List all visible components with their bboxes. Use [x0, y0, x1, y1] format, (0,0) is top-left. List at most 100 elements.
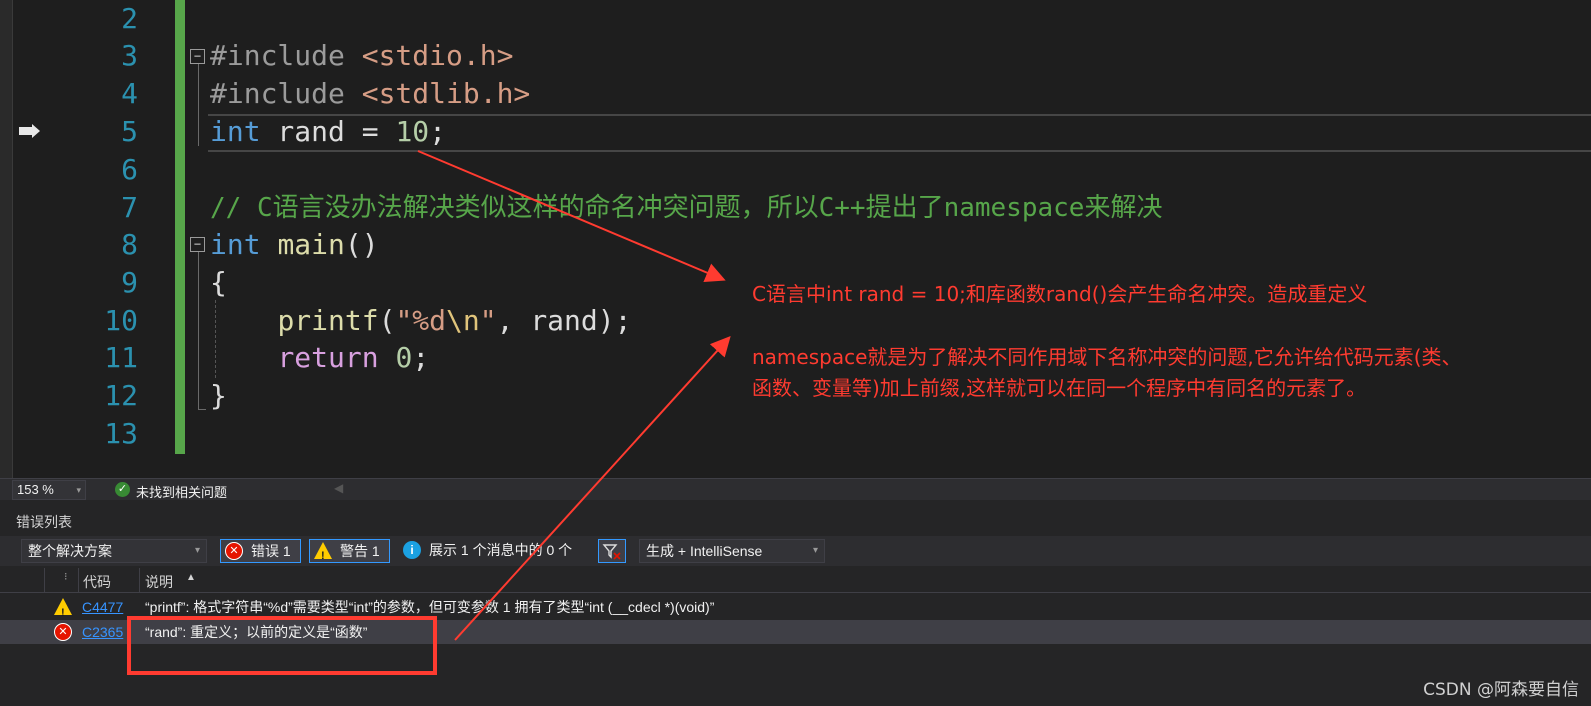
zoom-dropdown[interactable]: 153 % ▾ — [12, 480, 86, 500]
warning-icon — [314, 542, 332, 567]
collapse-toggle-icon[interactable]: − — [190, 49, 205, 64]
table-row-selected[interactable]: ✕ C2365 “rand”: 重定义；以前的定义是“函数” — [0, 620, 1591, 644]
code-text: () — [344, 228, 379, 261]
code-line-7[interactable]: // C语言没办法解决类似这样的命名冲突问题，所以C++提出了namespace… — [210, 189, 1162, 227]
code-line-4[interactable]: #include <stdlib.h> — [210, 75, 530, 113]
number-literal: 10 — [395, 115, 430, 148]
column-options-icon[interactable]: ⁝ — [64, 570, 68, 583]
error-list-panel: 错误列表 整个解决方案 ▾ ✕ 错误 1 警告 1 i 展示 1 个消息中的 0… — [0, 500, 1591, 706]
code-line-10[interactable]: printf("%d\n", rand); — [210, 302, 631, 340]
code-editor[interactable]: 2 3 4 5 6 7 8 9 10 11 12 13 − − #include… — [0, 0, 1591, 478]
code-line-8[interactable]: int main() — [210, 226, 379, 264]
escape-sequence: \n — [446, 304, 480, 337]
code-text: { — [210, 266, 227, 299]
column-divider — [139, 568, 140, 592]
line-number: 11 — [104, 341, 138, 374]
error-description: “printf”: 格式字符串“%d”需要类型“int”的参数，但可变参数 1 … — [145, 599, 715, 615]
column-divider — [78, 568, 79, 592]
string-literal: " — [479, 304, 497, 337]
keyword: int — [210, 115, 261, 148]
chevron-down-icon: ▾ — [194, 545, 200, 556]
region-guide-end — [198, 409, 206, 410]
errors-count-label: 错误 1 — [251, 543, 291, 559]
line-number: 4 — [121, 77, 138, 110]
string-literal: "%d — [395, 304, 447, 337]
table-row[interactable]: C4477 “printf”: 格式字符串“%d”需要类型“int”的参数，但可… — [0, 595, 1591, 625]
code-line-9[interactable]: { — [210, 264, 227, 302]
chevron-down-icon: ▾ — [76, 485, 81, 495]
issues-status[interactable]: 未找到相关问题 — [136, 482, 227, 501]
line-number: 9 — [121, 266, 138, 299]
editor-left-margin — [0, 0, 13, 478]
line-number: 6 — [121, 153, 138, 186]
chevron-down-icon: ▾ — [812, 545, 818, 556]
line-number: 12 — [104, 379, 138, 412]
region-guide — [198, 64, 199, 146]
panel-title: 错误列表 — [16, 514, 72, 530]
comment: // C语言没办法解决类似这样的命名冲突问题，所以C++提出了namespace… — [210, 193, 1163, 223]
sort-ascending-icon: ▲ — [186, 572, 196, 583]
error-code-link[interactable]: C4477 — [82, 595, 123, 619]
horizontal-scrollbar[interactable] — [345, 485, 1575, 494]
scroll-left-icon[interactable]: ◀ — [334, 481, 343, 495]
warning-icon — [54, 598, 72, 625]
function-name: printf — [277, 304, 379, 337]
code-text: , rand); — [496, 304, 632, 337]
code-line-11[interactable]: return 0; — [210, 339, 429, 377]
code-text: } — [210, 379, 227, 412]
error-description: “rand”: 重定义；以前的定义是“函数” — [145, 624, 368, 640]
line-number: 7 — [121, 191, 138, 224]
filter-icon — [602, 544, 621, 560]
errors-filter-button[interactable]: ✕ 错误 1 — [220, 539, 301, 563]
build-filter-dropdown[interactable]: 生成 + IntelliSense ▾ — [639, 539, 825, 563]
line-number: 2 — [121, 2, 138, 35]
error-list-toolbar: 整个解决方案 ▾ ✕ 错误 1 警告 1 i 展示 1 个消息中的 0 个 生成… — [0, 536, 1591, 567]
error-code-link[interactable]: C2365 — [82, 620, 123, 644]
info-icon: i — [403, 541, 421, 559]
code-text: ; — [429, 115, 447, 148]
change-tracking-bar — [175, 0, 185, 454]
annotation-text: 函数、变量等)加上前缀,这样就可以在同一个程序中有同名的元素了。 — [752, 376, 1367, 400]
number-literal: 0 — [395, 341, 413, 374]
column-divider — [44, 568, 45, 592]
keyword: int — [210, 228, 261, 261]
error-list-header: ⁝ 代码 说明 ▲ — [0, 568, 1591, 593]
code-text: ; — [412, 341, 430, 374]
annotation-text: namespace就是为了解决不同作用域下名称冲突的问题,它允许给代码元素(类、 — [752, 345, 1462, 369]
collapse-toggle-icon[interactable]: − — [190, 237, 205, 252]
warnings-count-label: 警告 1 — [340, 543, 380, 559]
editor-status-bar: 153 % ▾ ✓ 未找到相关问题 ◀ — [0, 478, 1591, 501]
warnings-filter-button[interactable]: 警告 1 — [309, 539, 390, 567]
preprocessor-directive: #include — [210, 39, 345, 72]
line-number: 8 — [121, 228, 138, 261]
include-header: <stdio.h> — [361, 39, 514, 72]
error-icon: ✕ — [54, 623, 72, 641]
include-header: <stdlib.h> — [361, 77, 531, 110]
watermark: CSDN @阿森要自信 — [1423, 680, 1579, 700]
scope-dropdown[interactable]: 整个解决方案 ▾ — [21, 539, 207, 563]
zoom-value: 153 % — [17, 482, 54, 497]
column-header-code[interactable]: 代码 — [83, 572, 111, 592]
messages-count-label: 展示 1 个消息中的 0 个 — [429, 542, 573, 558]
check-circle-icon: ✓ — [115, 482, 130, 497]
line-number: 13 — [104, 417, 138, 450]
code-line-3[interactable]: #include <stdio.h> — [210, 37, 513, 75]
region-guide — [198, 252, 199, 410]
keyword: return — [277, 341, 379, 374]
annotation-text: C语言中int rand = 10;和库函数rand()会产生命名冲突。造成重定… — [752, 282, 1368, 306]
line-number: 3 — [121, 39, 138, 72]
function-name: main — [277, 228, 345, 261]
line-number: 10 — [104, 304, 138, 337]
column-header-description[interactable]: 说明 — [145, 572, 173, 592]
build-filter-value: 生成 + IntelliSense — [646, 543, 763, 559]
filter-button[interactable] — [598, 539, 626, 563]
code-line-12[interactable]: } — [210, 377, 227, 415]
preprocessor-directive: #include — [210, 77, 345, 110]
current-statement-arrow-icon — [19, 124, 40, 138]
messages-filter-button[interactable]: i 展示 1 个消息中的 0 个 — [401, 539, 589, 563]
code-line-5[interactable]: int rand = 10; — [210, 113, 446, 151]
line-number: 5 — [121, 115, 138, 148]
code-text: rand = — [260, 115, 396, 148]
error-icon: ✕ — [225, 542, 243, 560]
scope-value: 整个解决方案 — [28, 543, 112, 559]
